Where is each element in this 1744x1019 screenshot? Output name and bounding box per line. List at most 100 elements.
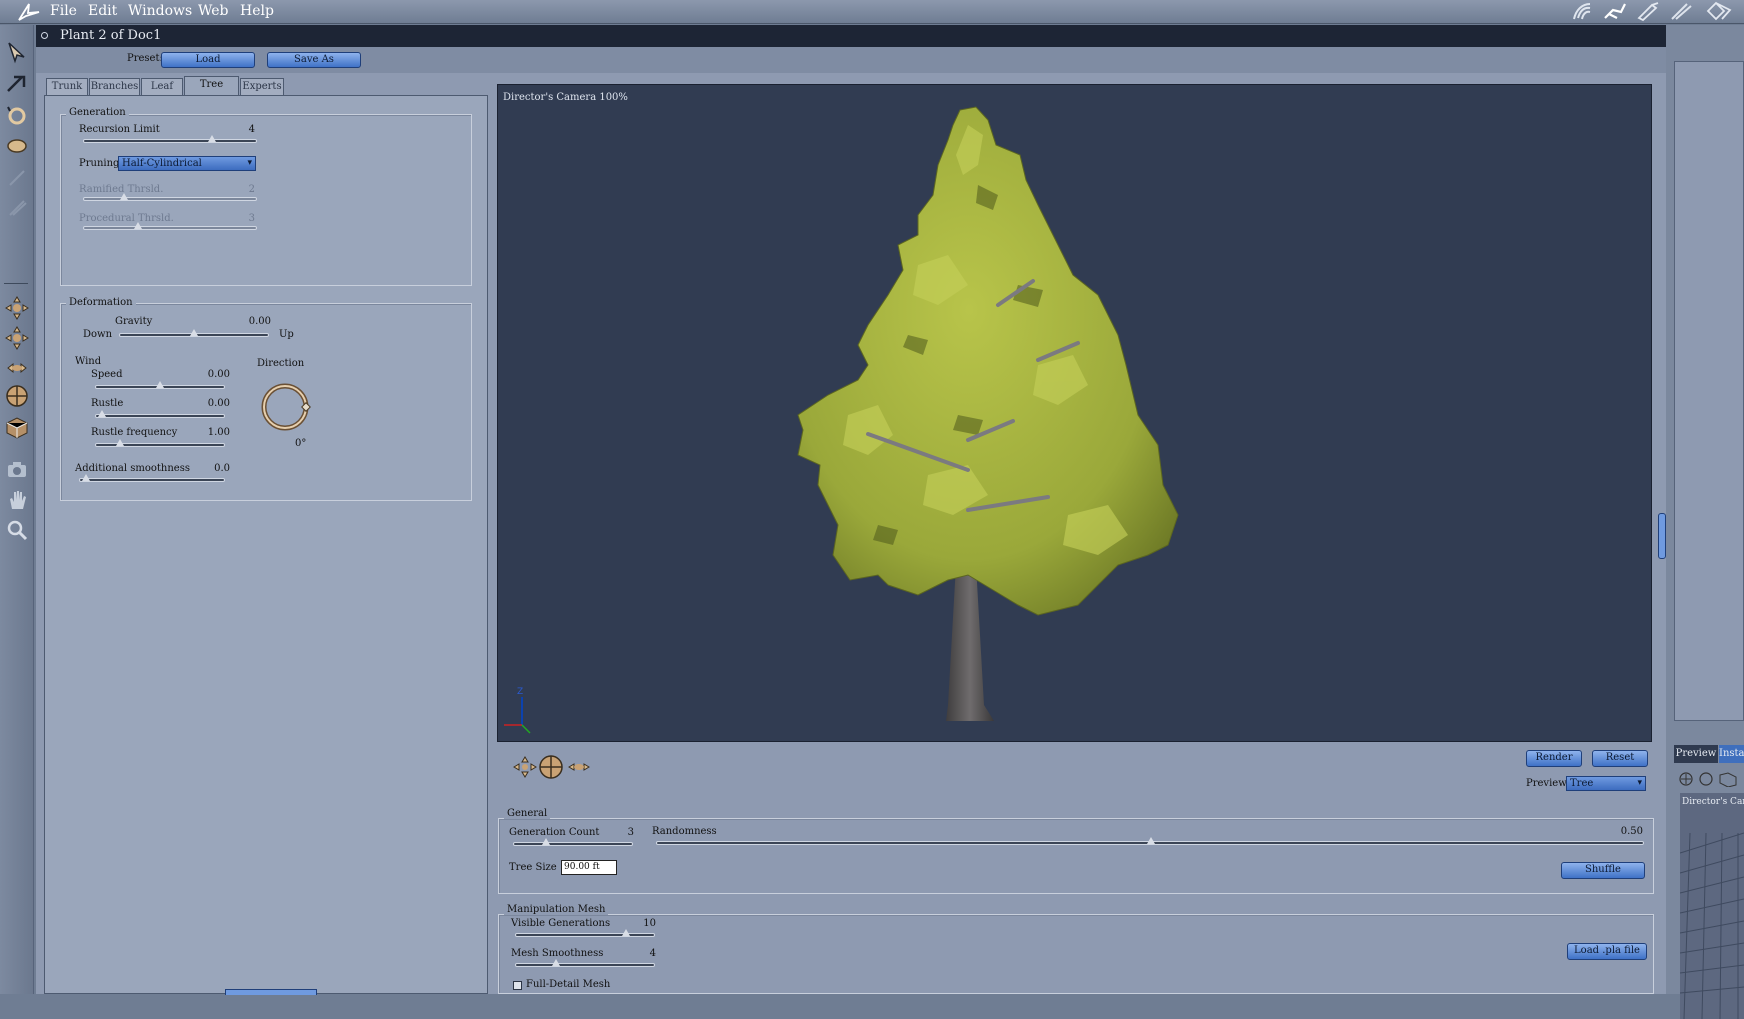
- preview-label: Preview: [1526, 778, 1567, 789]
- move-xy-icon[interactable]: [4, 295, 30, 321]
- slider-thumb[interactable]: [622, 929, 630, 936]
- gravity-slider[interactable]: [119, 329, 269, 337]
- face-room-icon[interactable]: [1634, 0, 1662, 22]
- menu-help[interactable]: Help: [240, 3, 274, 19]
- chevron-down-icon: ▾: [1637, 778, 1642, 788]
- camera-trackball-icon[interactable]: [538, 754, 564, 780]
- material-cube-icon[interactable]: [4, 415, 30, 441]
- preview-mini-viewport[interactable]: Director's Cam: [1680, 793, 1744, 1019]
- manipulation-mesh-group: [498, 914, 1654, 994]
- cloth-room-icon[interactable]: [1704, 0, 1732, 22]
- move-xz-icon[interactable]: [4, 325, 30, 351]
- app-logo-icon[interactable]: [16, 1, 42, 23]
- preset-load-button[interactable]: Load: [161, 52, 255, 68]
- render-button[interactable]: Render: [1526, 750, 1582, 767]
- slider-thumb[interactable]: [98, 410, 106, 417]
- camera-move-xz-icon[interactable]: [566, 758, 592, 776]
- material-room-icon[interactable]: [1601, 0, 1629, 22]
- pan-hand-icon[interactable]: [4, 487, 30, 513]
- hair-room-icon[interactable]: [1667, 0, 1695, 22]
- menu-edit[interactable]: Edit: [88, 3, 117, 19]
- tab-insta[interactable]: Insta: [1719, 745, 1744, 763]
- generation-count-slider[interactable]: [513, 838, 633, 846]
- randomness-label: Randomness: [652, 826, 717, 837]
- trackball-icon[interactable]: [4, 383, 30, 409]
- recursion-limit-value: 4: [248, 124, 255, 135]
- tab-experts[interactable]: Experts: [240, 78, 284, 95]
- mesh-smoothness-value: 4: [649, 948, 656, 959]
- direct-manipulation-icon[interactable]: [4, 71, 30, 97]
- slider-thumb[interactable]: [1147, 837, 1155, 844]
- menu-web[interactable]: Web: [198, 3, 229, 19]
- tree-render: [504, 106, 1179, 734]
- additional-smoothness-slider[interactable]: [79, 474, 225, 482]
- mesh-smoothness-slider[interactable]: [515, 959, 655, 967]
- tab-branches[interactable]: Branches: [89, 78, 140, 95]
- slider-thumb[interactable]: [156, 381, 164, 388]
- reset-button[interactable]: Reset: [1592, 750, 1648, 767]
- preset-save-as-button[interactable]: Save As: [267, 52, 361, 68]
- randomness-slider[interactable]: [656, 837, 1644, 845]
- zoom-magnifier-icon[interactable]: [4, 517, 30, 543]
- preview-toolbar-icons[interactable]: [1678, 771, 1744, 787]
- preview-dropdown[interactable]: Tree ▾: [1566, 776, 1646, 791]
- procedural-thrsld-label: Procedural Thrsld.: [79, 213, 174, 224]
- tree-shape-panel: Generation Recursion Limit 4 Pruning Hal…: [44, 95, 488, 995]
- slider-thumb[interactable]: [552, 959, 560, 966]
- pruning-value: Half-Cylindrical: [122, 158, 202, 169]
- direction-value: 0°: [295, 438, 307, 449]
- tab-preview[interactable]: Preview: [1674, 745, 1718, 763]
- rustle-frequency-slider[interactable]: [95, 439, 225, 447]
- move-yz-icon[interactable]: [4, 355, 30, 381]
- tree-size-input[interactable]: 90.00 ft: [561, 860, 617, 875]
- rustle-value: 0.00: [207, 398, 230, 409]
- twist-icon[interactable]: [4, 133, 30, 159]
- camera-icon[interactable]: [4, 457, 30, 483]
- 3d-viewport[interactable]: Director's Camera 100% Z: [497, 84, 1652, 742]
- left-toolbar: [0, 25, 34, 994]
- toolbar-divider: [4, 283, 28, 284]
- camera-move-xy-icon[interactable]: [512, 756, 538, 778]
- select-arrow-icon[interactable]: [4, 39, 30, 65]
- pose-room-icon[interactable]: [1568, 0, 1596, 22]
- shuffle-button[interactable]: Shuffle: [1561, 862, 1645, 879]
- tab-leaf[interactable]: Leaf: [141, 78, 183, 95]
- tab-trunk[interactable]: Trunk: [46, 78, 88, 95]
- visible-generations-slider[interactable]: [515, 929, 655, 937]
- slider-thumb[interactable]: [116, 439, 124, 446]
- right-panel-upper-area: [1674, 61, 1744, 721]
- slider-thumb[interactable]: [208, 135, 216, 142]
- visible-generations-value: 10: [643, 918, 656, 929]
- preset-bar: Preset: Load Save As: [36, 47, 1666, 73]
- menu-file[interactable]: File: [50, 3, 77, 19]
- additional-smoothness-label: Additional smoothness: [75, 463, 190, 474]
- mesh-smoothness-label: Mesh Smoothness: [511, 948, 604, 959]
- speed-label: Speed: [91, 369, 123, 380]
- taper-icon[interactable]: [4, 195, 30, 221]
- speed-slider[interactable]: [95, 381, 225, 389]
- pruning-dropdown[interactable]: Half-Cylindrical ▾: [118, 156, 256, 171]
- tab-tree-shape[interactable]: Tree shape: [184, 76, 239, 106]
- rotate-icon[interactable]: [4, 103, 30, 129]
- wind-direction-dial[interactable]: [259, 381, 311, 433]
- slider-thumb[interactable]: [190, 329, 198, 336]
- scale-icon[interactable]: [4, 165, 30, 191]
- rustle-frequency-value: 1.00: [207, 427, 230, 438]
- load-pla-file-button[interactable]: Load .pla file: [1567, 943, 1647, 960]
- ramified-thrsld-slider: [83, 193, 257, 201]
- wind-label: Wind: [75, 356, 102, 367]
- panel-collapse-handle[interactable]: [1658, 513, 1666, 559]
- generation-title: Generation: [66, 107, 129, 118]
- slider-thumb[interactable]: [542, 838, 550, 845]
- rustle-slider[interactable]: [95, 410, 225, 418]
- slider-thumb: [134, 222, 142, 229]
- bottom-button-partial[interactable]: [225, 989, 317, 995]
- recursion-limit-slider[interactable]: [83, 135, 257, 143]
- full-detail-mesh-checkbox[interactable]: [513, 981, 522, 990]
- procedural-thrsld-slider: [83, 222, 257, 230]
- slider-thumb[interactable]: [82, 474, 90, 481]
- gravity-label: Gravity: [115, 316, 153, 327]
- full-detail-mesh-label: Full-Detail Mesh: [526, 979, 611, 990]
- window-close-icon[interactable]: [41, 32, 48, 39]
- menu-windows[interactable]: Windows: [128, 3, 192, 19]
